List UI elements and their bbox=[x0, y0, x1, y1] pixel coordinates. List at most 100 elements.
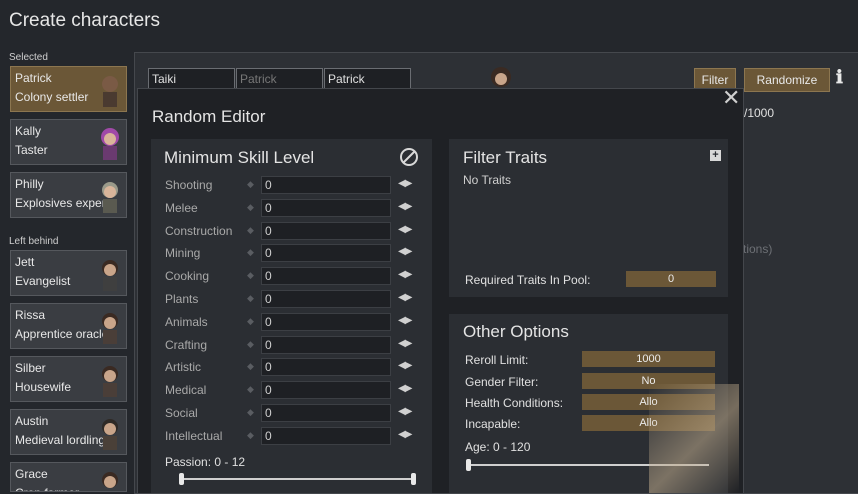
skill-value-input[interactable]: 0 bbox=[261, 176, 391, 194]
skill-label: Intellectual bbox=[165, 428, 223, 443]
nickname-field[interactable]: Patrick bbox=[236, 68, 323, 90]
skill-stepper-arrows-icon[interactable]: ◀▶ bbox=[398, 383, 412, 394]
incapable-label: Incapable: bbox=[465, 417, 521, 431]
first-name-field[interactable]: Taiki bbox=[148, 68, 235, 90]
passion-marker-icon: ◆ bbox=[247, 315, 254, 326]
character-card-austin[interactable]: Austin Medieval lordling bbox=[10, 409, 127, 455]
other-options-panel: Other Options Reroll Limit: 1000 Gender … bbox=[449, 314, 739, 493]
skill-value-input[interactable]: 0 bbox=[261, 244, 391, 263]
close-icon[interactable]: ✕ bbox=[722, 87, 740, 109]
skill-stepper-arrows-icon[interactable]: ◀▶ bbox=[398, 201, 412, 212]
passion-marker-icon: ◆ bbox=[247, 293, 254, 303]
skill-label: Medical bbox=[165, 383, 207, 398]
add-trait-icon[interactable]: + bbox=[710, 150, 721, 161]
no-traits-text: No Traits bbox=[463, 173, 512, 187]
skill-row: Medical ◆ 0 ◀▶ bbox=[165, 380, 425, 402]
skill-row: Mining ◆ 0 ◀▶ bbox=[165, 243, 425, 265]
portrait-icon bbox=[102, 260, 118, 291]
portrait-icon bbox=[102, 472, 118, 488]
portrait-icon bbox=[101, 128, 119, 160]
skill-stepper-arrows-icon[interactable]: ◀▶ bbox=[398, 224, 412, 235]
required-traits-label: Required Traits In Pool: bbox=[465, 273, 591, 287]
passion-marker-icon: ◆ bbox=[247, 384, 254, 395]
min-skill-title: Minimum Skill Level bbox=[164, 148, 315, 167]
left-behind-heading: Left behind bbox=[9, 236, 59, 247]
filter-traits-title: Filter Traits bbox=[463, 148, 548, 167]
other-options-title: Other Options bbox=[463, 322, 569, 341]
character-name: Silber bbox=[15, 361, 46, 375]
skill-value-input[interactable]: 0 bbox=[261, 267, 391, 286]
skill-label: Artistic bbox=[165, 360, 201, 375]
min-skill-panel: Minimum Skill Level Shooting ◆ 0 ◀▶ Melee ◆ 0 ◀… bbox=[151, 139, 432, 493]
skill-row: Melee ◆ 0 ◀▶ bbox=[165, 198, 425, 220]
gender-filter-label: Gender Filter: bbox=[465, 375, 539, 389]
skill-value-input[interactable]: 0 bbox=[261, 335, 391, 354]
character-card-philly[interactable]: Philly Explosives expert bbox=[10, 172, 127, 218]
reroll-limit-row: Reroll Limit: 1000 bbox=[465, 351, 721, 369]
portrait-icon bbox=[102, 313, 118, 344]
skill-row: Animals ◆ 0 ◀▶ bbox=[165, 312, 425, 334]
character-role: Housewife bbox=[15, 380, 72, 394]
character-role: Crop farmer bbox=[15, 486, 79, 491]
skill-stepper-arrows-icon[interactable]: ◀▶ bbox=[398, 246, 412, 257]
reroll-limit-label: Reroll Limit: bbox=[465, 353, 529, 367]
character-name: Jett bbox=[15, 255, 35, 269]
skill-row: Shooting ◆ 0 ◀▶ bbox=[165, 175, 425, 197]
skill-value-input[interactable]: 0 bbox=[261, 426, 391, 445]
character-name: Philly bbox=[15, 177, 44, 191]
skill-value-input[interactable]: 0 bbox=[261, 290, 391, 308]
portrait-icon bbox=[102, 76, 118, 107]
character-card-rissa[interactable]: Rissa Apprentice oracle bbox=[10, 303, 127, 349]
character-role: Medieval lordling bbox=[15, 433, 106, 447]
passion-slider-max-handle[interactable] bbox=[411, 473, 416, 485]
skill-row: Social ◆ 0 ◀▶ bbox=[165, 403, 425, 425]
skill-value-input[interactable]: 0 bbox=[261, 198, 391, 217]
required-traits-value[interactable]: 0 bbox=[626, 271, 716, 287]
skill-label: Crafting bbox=[165, 337, 208, 352]
skill-stepper-arrows-icon[interactable]: ◀▶ bbox=[398, 315, 412, 326]
info-icon[interactable]: ℹ bbox=[836, 67, 843, 88]
skill-value-input[interactable]: 0 bbox=[261, 381, 391, 400]
skill-value-input[interactable]: 0 bbox=[261, 312, 391, 331]
skill-row: Intellectual ◆ 0 ◀▶ bbox=[165, 426, 425, 448]
passion-slider-track[interactable] bbox=[181, 478, 415, 480]
clear-icon[interactable] bbox=[399, 147, 419, 167]
selected-heading: Selected bbox=[9, 52, 48, 63]
character-name: Kally bbox=[15, 124, 42, 138]
age-label: Age: 0 - 120 bbox=[465, 440, 531, 454]
skill-value-input[interactable]: 0 bbox=[261, 221, 391, 240]
skill-value-input[interactable]: 0 bbox=[261, 404, 391, 422]
skill-stepper-arrows-icon[interactable]: ◀▶ bbox=[398, 338, 412, 349]
skill-label: Plants bbox=[165, 292, 199, 306]
age-slider-min-handle[interactable] bbox=[466, 459, 471, 471]
portrait-icon bbox=[102, 182, 118, 213]
character-card-silber[interactable]: Silber Housewife bbox=[10, 356, 127, 402]
skill-stepper-arrows-icon[interactable]: ◀▶ bbox=[398, 292, 412, 303]
skill-stepper-arrows-icon[interactable]: ◀▶ bbox=[398, 406, 412, 417]
character-card-patrick[interactable]: Patrick Colony settler bbox=[10, 66, 127, 112]
passion-slider-min-handle[interactable] bbox=[179, 473, 184, 485]
character-card-grace[interactable]: Grace Crop farmer bbox=[10, 462, 127, 492]
randomize-button[interactable]: Randomize bbox=[744, 68, 830, 92]
character-name: Grace bbox=[15, 467, 48, 481]
filter-traits-panel: Filter Traits + No Traits Required Trait… bbox=[449, 139, 728, 297]
reroll-limit-value[interactable]: 1000 bbox=[582, 351, 715, 367]
counter-text: /1000 bbox=[744, 106, 775, 120]
passion-marker-icon: ◆ bbox=[247, 179, 254, 189]
skill-label: Construction bbox=[165, 223, 233, 238]
skill-stepper-arrows-icon[interactable]: ◀▶ bbox=[398, 429, 412, 440]
passion-marker-icon: ◆ bbox=[247, 338, 254, 349]
dialog-title: Random Editor bbox=[152, 107, 266, 126]
skill-list: Shooting ◆ 0 ◀▶ Melee ◆ 0 ◀▶ Construction ◆ 0 ◀▶ Min… bbox=[165, 175, 430, 455]
skill-value-input[interactable]: 0 bbox=[261, 358, 391, 377]
skill-stepper-arrows-icon[interactable]: ◀▶ bbox=[398, 178, 412, 189]
skill-stepper-arrows-icon[interactable]: ◀▶ bbox=[398, 269, 412, 280]
page-title: Create characters bbox=[9, 10, 161, 31]
skill-stepper-arrows-icon[interactable]: ◀▶ bbox=[398, 360, 412, 371]
character-card-jett[interactable]: Jett Evangelist bbox=[10, 250, 127, 296]
skill-label: Shooting bbox=[165, 178, 213, 192]
last-name-field[interactable]: Patrick bbox=[324, 68, 411, 90]
passion-marker-icon: ◆ bbox=[247, 270, 254, 281]
character-role: Apprentice oracle bbox=[15, 327, 109, 341]
character-card-kally[interactable]: Kally Taster bbox=[10, 119, 127, 165]
